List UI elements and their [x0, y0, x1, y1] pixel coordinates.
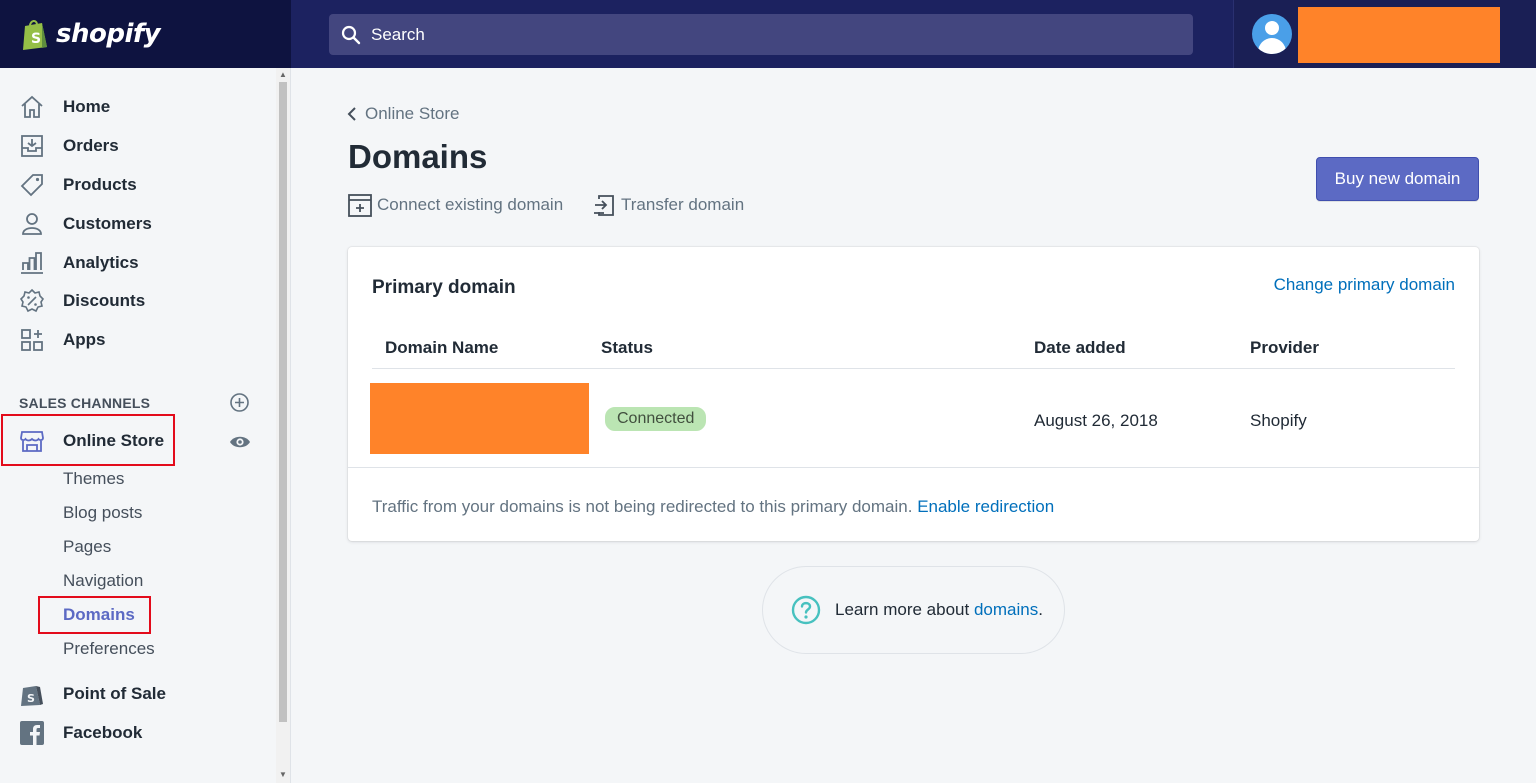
sidebar-item-label: Apps [63, 330, 106, 349]
sidebar-item-home[interactable]: Home [18, 92, 110, 122]
buy-new-domain-button[interactable]: Buy new domain [1316, 157, 1479, 201]
sidebar-item-facebook[interactable]: Facebook [18, 718, 142, 748]
change-primary-domain-link[interactable]: Change primary domain [1274, 275, 1455, 295]
user-menu[interactable] [1233, 0, 1536, 68]
sidebar-item-label: Home [63, 97, 111, 116]
transfer-domain-label: Transfer domain [621, 195, 745, 214]
redirect-notice-text: Traffic from your domains is not being r… [372, 497, 913, 516]
sidebar-subitem-pages[interactable]: Pages [63, 537, 111, 557]
transfer-domain-icon [594, 195, 614, 216]
apps-icon [21, 329, 43, 351]
sidebar-item-label: Products [63, 175, 137, 194]
date-added-cell: August 26, 2018 [1034, 411, 1158, 430]
connect-domain-label: Connect existing domain [377, 195, 564, 214]
discount-icon [19, 288, 45, 313]
logo[interactable]: S shopify [0, 0, 291, 68]
scroll-down-arrow-icon[interactable]: ▼ [278, 770, 288, 780]
sidebar-item-discounts[interactable]: Discounts [18, 286, 145, 316]
column-header-domain-name: Domain Name [385, 338, 499, 357]
search-placeholder: Search [371, 24, 425, 44]
logo-text: shopify [56, 19, 161, 49]
redacted-domain-name [370, 383, 589, 454]
orders-icon [21, 135, 43, 157]
transfer-domain-button[interactable]: Transfer domain [592, 193, 744, 217]
search-input[interactable]: Search [329, 14, 1193, 55]
svg-text:S: S [31, 31, 41, 47]
svg-text:S: S [27, 692, 35, 705]
help-text: Learn more about [835, 600, 970, 619]
connect-domain-icon [348, 194, 372, 217]
help-footer: Learn more about domains. [762, 566, 1065, 654]
column-header-date-added: Date added [1034, 338, 1126, 357]
sidebar-item-orders[interactable]: Orders [18, 131, 119, 161]
sidebar-item-products[interactable]: Products [18, 170, 137, 200]
top-bar: S shopify Search [0, 0, 1536, 68]
sidebar-subitem-themes[interactable]: Themes [63, 469, 124, 489]
redirect-notice: Traffic from your domains is not being r… [372, 497, 1054, 517]
sidebar-item-customers[interactable]: Customers [18, 209, 152, 239]
highlight-online-store [1, 414, 175, 466]
sales-channels-heading: SALES CHANNELS [19, 395, 151, 411]
home-icon [21, 95, 43, 118]
sidebar-subitem-blog-posts[interactable]: Blog posts [63, 503, 142, 523]
sidebar-scrollbar[interactable]: ▲ ▼ [276, 68, 290, 783]
shopify-bag-icon: S [23, 20, 47, 50]
redacted-store-name [1298, 7, 1500, 63]
person-icon [22, 213, 42, 235]
page-title: Domains [348, 138, 488, 175]
help-suffix: . [1038, 600, 1043, 619]
chevron-left-icon [347, 107, 356, 121]
column-header-status: Status [601, 338, 653, 357]
sidebar-item-apps[interactable]: Apps [18, 325, 106, 355]
sidebar-item-label: Analytics [63, 253, 139, 272]
bar-chart-icon [21, 252, 43, 274]
pos-bag-icon: S [21, 686, 43, 706]
facebook-icon [20, 721, 44, 745]
enable-redirection-link[interactable]: Enable redirection [917, 497, 1054, 516]
scroll-up-arrow-icon[interactable]: ▲ [278, 70, 288, 80]
sidebar-item-label: Point of Sale [63, 684, 166, 703]
search-icon [341, 25, 361, 44]
sidebar-item-label: Orders [63, 136, 119, 155]
connect-existing-domain-button[interactable]: Connect existing domain [348, 193, 563, 217]
avatar[interactable] [1252, 14, 1292, 54]
status-badge: Connected [603, 405, 709, 433]
table-header-divider [372, 368, 1455, 369]
primary-domain-card: Primary domain Change primary domain Dom… [348, 247, 1479, 541]
breadcrumb-label: Online Store [365, 104, 460, 123]
sidebar-subitem-preferences[interactable]: Preferences [63, 639, 155, 659]
sidebar-item-label: Discounts [63, 291, 146, 310]
sidebar-item-point-of-sale[interactable]: S Point of Sale [18, 679, 166, 709]
column-header-provider: Provider [1250, 338, 1319, 357]
sidebar-item-label: Facebook [63, 723, 143, 742]
tag-icon [20, 174, 43, 197]
sidebar-subitem-navigation[interactable]: Navigation [63, 571, 143, 591]
sidebar-item-analytics[interactable]: Analytics [18, 248, 139, 278]
add-channel-icon[interactable] [229, 392, 250, 413]
question-help-icon [791, 595, 821, 625]
sidebar-item-label: Customers [63, 214, 152, 233]
card-title: Primary domain [372, 277, 516, 298]
view-store-eye-icon[interactable] [229, 431, 251, 453]
sidebar: Home Orders Products Customers Analytics… [0, 68, 291, 783]
provider-cell: Shopify [1250, 411, 1307, 430]
learn-more-domains-link[interactable]: domains [974, 600, 1038, 620]
scrollbar-thumb[interactable] [279, 82, 287, 722]
breadcrumb[interactable]: Online Store [347, 104, 460, 124]
highlight-domains [38, 596, 151, 634]
card-divider [348, 467, 1479, 468]
